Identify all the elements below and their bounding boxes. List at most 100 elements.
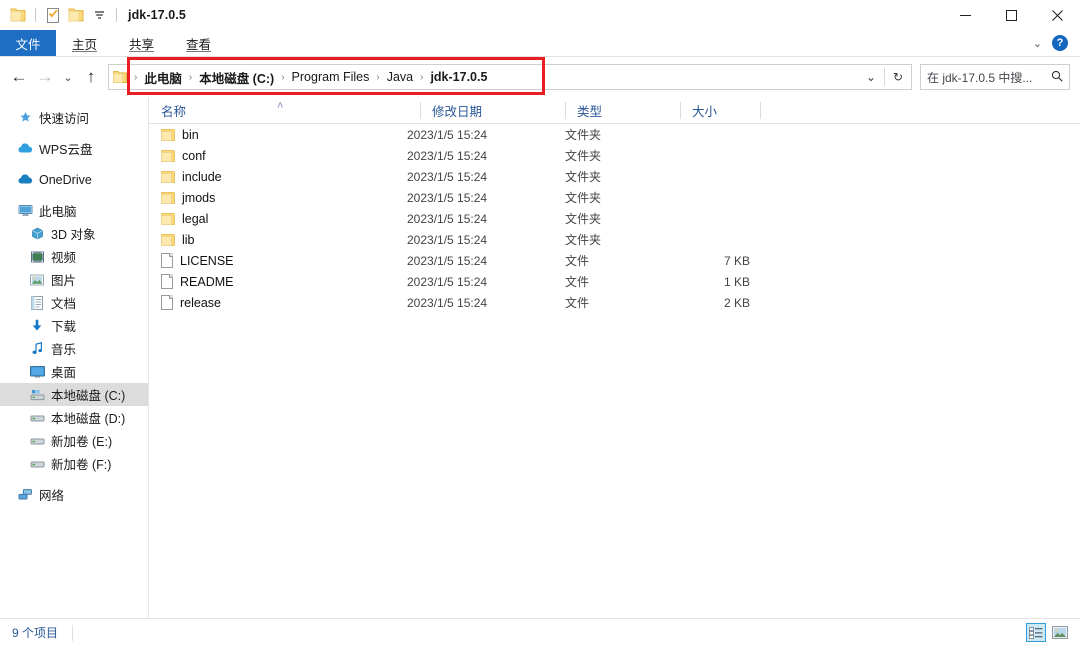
table-row[interactable]: release 2023/1/5 15:24 文件 2 KB xyxy=(149,292,1080,313)
search-input[interactable]: 在 jdk-17.0.5 中搜... xyxy=(927,69,1051,86)
cloud-icon xyxy=(16,143,34,154)
breadcrumb-item-3[interactable]: Java xyxy=(383,70,417,84)
status-bar: 9 个项目 xyxy=(0,619,1080,646)
system-drive-icon xyxy=(28,389,46,401)
sidebar-item-local-disk-c[interactable]: 本地磁盘 (C:) xyxy=(0,383,148,406)
search-box[interactable]: 在 jdk-17.0.5 中搜... xyxy=(920,64,1070,90)
cell-name: README xyxy=(149,274,233,289)
close-button[interactable] xyxy=(1034,0,1080,30)
computer-icon xyxy=(16,204,34,217)
customize-qat-icon[interactable] xyxy=(89,5,109,25)
sidebar-item-label: 快速访问 xyxy=(39,112,90,126)
maximize-button[interactable] xyxy=(988,0,1034,30)
breadcrumb-separator-1[interactable]: › xyxy=(186,72,195,83)
breadcrumb-bar[interactable]: › 此电脑 › 本地磁盘 (C:) › Program Files › Java… xyxy=(108,64,912,90)
column-header-size[interactable]: 大小 xyxy=(680,98,760,123)
sidebar-item-new-volume-f[interactable]: 新加卷 (F:) xyxy=(0,452,148,475)
onedrive-icon xyxy=(16,174,34,185)
address-history-dropdown-icon[interactable]: ⌄ xyxy=(858,65,884,89)
sidebar-item-videos[interactable]: 视频 xyxy=(0,245,148,268)
details-view-button[interactable] xyxy=(1026,623,1046,642)
file-icon xyxy=(161,253,173,268)
sidebar-item-wps-cloud[interactable]: WPS云盘 xyxy=(0,137,148,160)
tab-file[interactable]: 文件 xyxy=(0,30,56,56)
sidebar-item-downloads[interactable]: 下载 xyxy=(0,314,148,337)
new-folder-icon[interactable] xyxy=(66,5,86,25)
sidebar-item-documents[interactable]: 文档 xyxy=(0,291,148,314)
qat-divider-1 xyxy=(35,8,36,22)
sidebar-item-onedrive[interactable]: OneDrive xyxy=(0,168,148,191)
breadcrumb-separator-3[interactable]: › xyxy=(373,72,382,83)
large-icons-view-button[interactable] xyxy=(1050,623,1070,642)
breadcrumb-separator-2[interactable]: › xyxy=(278,72,287,83)
column-header-date-label: 修改日期 xyxy=(432,105,483,119)
tab-share[interactable]: 共享 xyxy=(113,30,170,56)
drive-icon xyxy=(28,435,46,447)
tab-home[interactable]: 主页 xyxy=(56,30,113,56)
cell-type: 文件夹 xyxy=(565,233,602,247)
cell-type: 文件夹 xyxy=(565,191,602,205)
table-row[interactable]: README 2023/1/5 15:24 文件 1 KB xyxy=(149,271,1080,292)
breadcrumb-item-1[interactable]: 本地磁盘 (C:) xyxy=(195,68,278,87)
folder-icon xyxy=(161,233,175,246)
table-row[interactable]: bin 2023/1/5 15:24 文件夹 xyxy=(149,124,1080,145)
minimize-button[interactable] xyxy=(942,0,988,30)
sidebar-item-network[interactable]: 网络 xyxy=(0,483,148,506)
table-row[interactable]: jmods 2023/1/5 15:24 文件夹 xyxy=(149,187,1080,208)
breadcrumb-separator-4[interactable]: › xyxy=(417,72,426,83)
chevron-down-icon[interactable]: ⌄ xyxy=(1033,37,1042,50)
column-header-type[interactable]: 类型 xyxy=(565,98,680,123)
sidebar-item-label: 桌面 xyxy=(51,366,77,380)
cell-name: lib xyxy=(149,233,195,247)
sidebar-item-label: 文档 xyxy=(51,297,77,311)
file-rows: bin 2023/1/5 15:24 文件夹 conf 2023/1/5 15:… xyxy=(149,124,1080,313)
table-row[interactable]: LICENSE 2023/1/5 15:24 文件 7 KB xyxy=(149,250,1080,271)
sidebar-item-desktop[interactable]: 桌面 xyxy=(0,360,148,383)
cell-date: 2023/1/5 15:24 xyxy=(407,190,488,205)
sidebar-item-quick-access[interactable]: 快速访问 xyxy=(0,106,148,129)
breadcrumb-separator-0[interactable]: › xyxy=(131,72,140,83)
breadcrumb-item-0[interactable]: 此电脑 xyxy=(140,68,186,87)
sort-ascending-icon: ˄ xyxy=(277,100,284,112)
column-header-date-modified[interactable]: 修改日期 xyxy=(420,98,565,123)
cell-type: 文件 xyxy=(565,254,590,268)
sidebar-item-pictures[interactable]: 图片 xyxy=(0,268,148,291)
breadcrumb: › 此电脑 › 本地磁盘 (C:) › Program Files › Java… xyxy=(131,64,858,90)
folder-icon xyxy=(161,170,175,183)
table-row[interactable]: lib 2023/1/5 15:24 文件夹 xyxy=(149,229,1080,250)
cell-type: 文件夹 xyxy=(565,212,602,226)
file-name: legal xyxy=(182,211,209,226)
sidebar-item-new-volume-e[interactable]: 新加卷 (E:) xyxy=(0,429,148,452)
table-row[interactable]: conf 2023/1/5 15:24 文件夹 xyxy=(149,145,1080,166)
tab-share-underline xyxy=(129,51,155,52)
column-header-name[interactable]: 名称 ˄ xyxy=(149,98,420,123)
up-button[interactable]: ↑ xyxy=(78,59,104,95)
sidebar-item-music[interactable]: 音乐 xyxy=(0,337,148,360)
breadcrumb-item-4[interactable]: jdk-17.0.5 xyxy=(426,70,491,84)
recent-locations-icon[interactable]: ⌄ xyxy=(58,59,78,95)
column-divider-4[interactable] xyxy=(760,102,761,119)
folder-icon[interactable] xyxy=(8,5,28,25)
forward-button[interactable]: → xyxy=(32,59,58,95)
cell-name: conf xyxy=(149,149,206,163)
sidebar-item-local-disk-d[interactable]: 本地磁盘 (D:) xyxy=(0,406,148,429)
file-icon xyxy=(161,295,173,310)
cell-name: legal xyxy=(149,212,208,226)
status-divider xyxy=(72,624,74,641)
tab-view[interactable]: 查看 xyxy=(170,30,227,56)
sidebar-item-this-pc[interactable]: 此电脑 xyxy=(0,199,148,222)
tab-view-label: 查看 xyxy=(186,37,212,52)
breadcrumb-item-2[interactable]: Program Files xyxy=(288,70,374,84)
sidebar-item-label: 本地磁盘 (C:) xyxy=(51,389,126,403)
properties-icon[interactable] xyxy=(43,5,63,25)
back-button[interactable]: ← xyxy=(6,59,32,95)
sidebar-item-3d-objects[interactable]: 3D 对象 xyxy=(0,222,148,245)
help-icon[interactable]: ? xyxy=(1052,35,1068,51)
sidebar-item-label: OneDrive xyxy=(39,172,92,187)
table-row[interactable]: legal 2023/1/5 15:24 文件夹 xyxy=(149,208,1080,229)
refresh-icon[interactable]: ↻ xyxy=(885,65,911,89)
search-icon[interactable] xyxy=(1051,70,1063,85)
table-row[interactable]: include 2023/1/5 15:24 文件夹 xyxy=(149,166,1080,187)
cell-date: 2023/1/5 15:24 xyxy=(407,295,488,310)
network-icon xyxy=(16,488,34,501)
